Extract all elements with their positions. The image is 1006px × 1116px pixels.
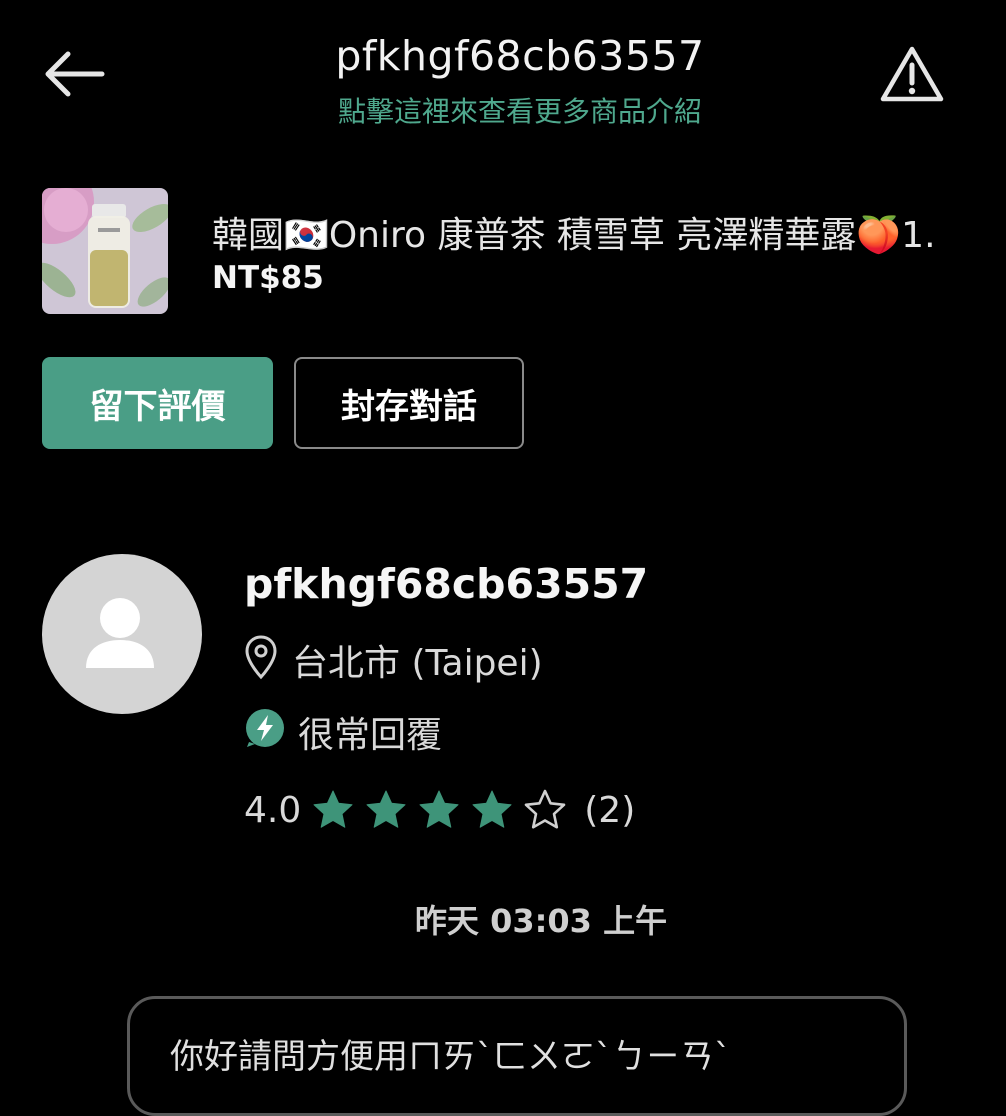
star-empty-icon: [524, 789, 566, 829]
message-bubble[interactable]: 你好請問方便用ㄇㄞˋㄈㄨㄛˋㄅㄧㄢˋ: [127, 996, 907, 1116]
star-filled-icon: [313, 790, 353, 828]
arrow-left-icon: [45, 51, 105, 97]
message-timestamp: 昨天 03:03 上午: [414, 902, 668, 940]
view-listing-link[interactable]: 點擊這裡來查看更多商品介紹: [200, 90, 840, 130]
reply-rate-badge: 很常回覆: [298, 715, 443, 756]
profile-location: 台北市 (Taipei): [292, 643, 543, 684]
leave-review-button[interactable]: 留下評價: [42, 357, 273, 449]
back-button[interactable]: [38, 44, 110, 104]
star-filled-icon: [366, 790, 406, 828]
header-title: pfkhgf68cb63557: [335, 32, 705, 80]
rating-count: (2): [584, 789, 636, 831]
archive-chat-button[interactable]: 封存對話: [294, 357, 524, 449]
product-title: 韓國🇰🇷Oniro 康普茶 積雪草 亮澤精華露🍑1.: [212, 215, 936, 256]
rating-row[interactable]: 4.0 (2): [244, 786, 635, 834]
location-pin-icon: [245, 635, 277, 680]
lightning-bolt-icon: [246, 709, 284, 747]
product-image: [42, 188, 168, 314]
profile-name[interactable]: pfkhgf68cb63557: [244, 560, 648, 608]
star-filled-icon: [472, 790, 512, 828]
rating-stars: [311, 788, 576, 832]
rating-value: 4.0: [244, 789, 302, 831]
avatar[interactable]: [42, 554, 202, 714]
chat-header: pfkhgf68cb63557 點擊這裡來查看更多商品介紹: [0, 0, 1006, 150]
message-text: 你好請問方便用ㄇㄞˋㄈㄨㄛˋㄅㄧㄢˋ: [170, 1037, 731, 1077]
user-placeholder-icon: [86, 598, 154, 668]
product-price: NT$85: [212, 260, 324, 296]
star-filled-icon: [419, 790, 459, 828]
report-button[interactable]: [872, 38, 952, 110]
product-thumbnail[interactable]: [42, 188, 168, 314]
warning-triangle-icon: [880, 46, 944, 102]
product-summary[interactable]: 韓國🇰🇷Oniro 康普茶 積雪草 亮澤精華露🍑1. NT$85: [42, 188, 1006, 316]
